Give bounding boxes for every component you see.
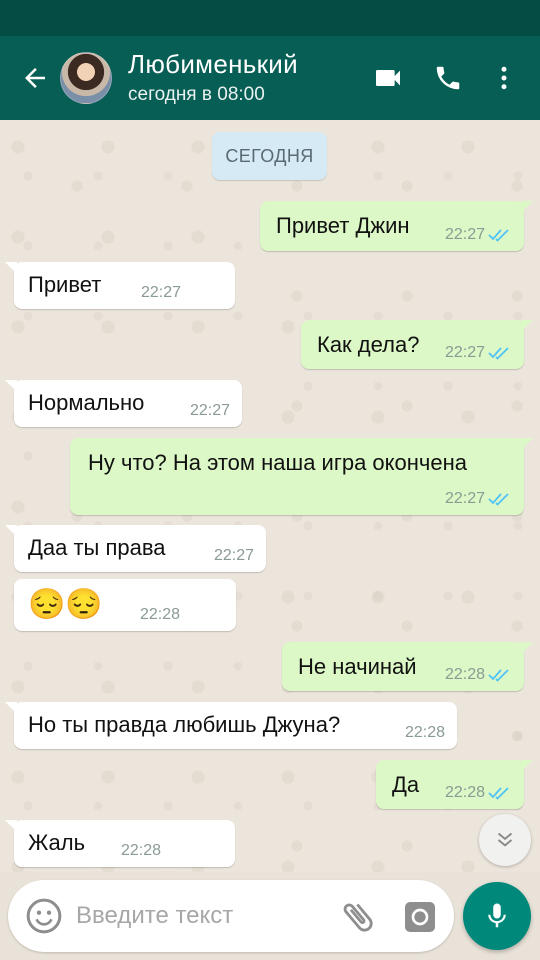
voice-message-button[interactable] [463,882,531,950]
message-time: 22:28 [444,784,485,801]
date-divider: СЕГОДНЯ [212,132,327,180]
camera-icon[interactable] [400,897,440,937]
message-meta: 22:28 [445,666,512,684]
message-time: 22:27 [444,344,485,361]
message-text: Ну что? На этом наша игра окончена [88,450,468,475]
contact-name: Любименький [128,49,298,79]
message-time: 22:27 [213,547,254,564]
double-check-icon [488,228,512,242]
last-seen-status: сегодня в 08:00 [128,84,265,105]
contact-info[interactable]: Любименький сегодня в 08:00 [128,49,358,107]
phone-icon [436,66,460,90]
message-meta: 22:27 [214,547,254,565]
avatar[interactable] [60,52,112,104]
message-meta: 22:27 [445,226,512,244]
double-check-icon [488,668,512,682]
message-text: Нормально [28,390,145,415]
message-meta: 22:28 [140,606,180,624]
message-bubble-incoming[interactable]: Жаль 22:28 [5,820,235,867]
message-time: 22:27 [140,284,181,301]
message-text: Не начинай [298,654,417,679]
message-text: 😔😔 [28,588,103,621]
message-meta: 22:27 [445,344,512,362]
chevron-down-double-icon [497,832,513,847]
message-text: Но ты правда любишь Джуна? [28,712,341,737]
double-check-icon [488,492,512,506]
back-arrow-icon [25,68,45,88]
message-bubble-outgoing[interactable]: Как дела? 22:27 [301,320,533,369]
message-text: Привет [28,272,102,297]
message-bubble-incoming[interactable]: Нормально 22:27 [5,380,242,427]
message-composer [8,880,454,952]
double-check-icon [488,786,512,800]
message-bubble-incoming[interactable]: 😔😔 22:28 [14,579,236,631]
message-meta: 22:28 [121,842,161,860]
message-time: 22:28 [120,842,161,859]
message-input[interactable] [76,894,326,938]
app-bar: Любименький сегодня в 08:00 [0,36,540,120]
message-text: Как дела? [317,332,420,357]
message-bubble-incoming[interactable]: Но ты правда любишь Джуна? 22:28 [5,702,457,749]
message-bubble-incoming[interactable]: Даа ты права 22:27 [5,525,266,572]
message-text: Даа ты права [28,535,166,560]
message-meta: 22:28 [405,724,445,742]
message-time: 22:28 [139,606,180,623]
message-text: Жаль [28,830,86,855]
message-meta: 22:27 [190,402,230,420]
back-button[interactable] [12,36,58,120]
message-time: 22:27 [444,226,485,243]
scroll-to-bottom-button[interactable] [479,814,531,866]
attach-icon[interactable] [338,897,378,937]
message-text: Привет Джин [276,213,410,238]
message-bubble-incoming[interactable]: Привет 22:27 [5,262,235,309]
video-call-icon [376,70,400,86]
message-meta: 22:27 [445,490,512,508]
message-time: 22:27 [444,490,485,507]
double-check-icon [488,346,512,360]
more-options-button[interactable] [478,36,530,120]
mic-icon [488,903,506,928]
message-bubble-outgoing[interactable]: Да 22:28 [376,760,533,809]
more-vert-icon [501,66,507,90]
video-call-button[interactable] [358,36,418,120]
emoji-icon[interactable] [24,896,64,936]
message-bubble-outgoing[interactable]: Привет Джин 22:27 [260,201,533,251]
message-meta: 22:27 [141,284,181,302]
voice-call-button[interactable] [418,36,478,120]
message-time: 22:27 [189,402,230,419]
message-time: 22:28 [404,724,445,741]
message-meta: 22:28 [445,784,512,802]
chat-area[interactable]: СЕГОДНЯ Привет Джин 22:27 Привет 22:27 К… [0,120,540,872]
message-text: Да [392,772,420,797]
message-bubble-outgoing[interactable]: Не начинай 22:28 [282,642,533,691]
status-bar [0,0,540,36]
message-bubble-outgoing[interactable]: Ну что? На этом наша игра окончена 22:27 [70,438,533,515]
message-time: 22:28 [444,666,485,683]
